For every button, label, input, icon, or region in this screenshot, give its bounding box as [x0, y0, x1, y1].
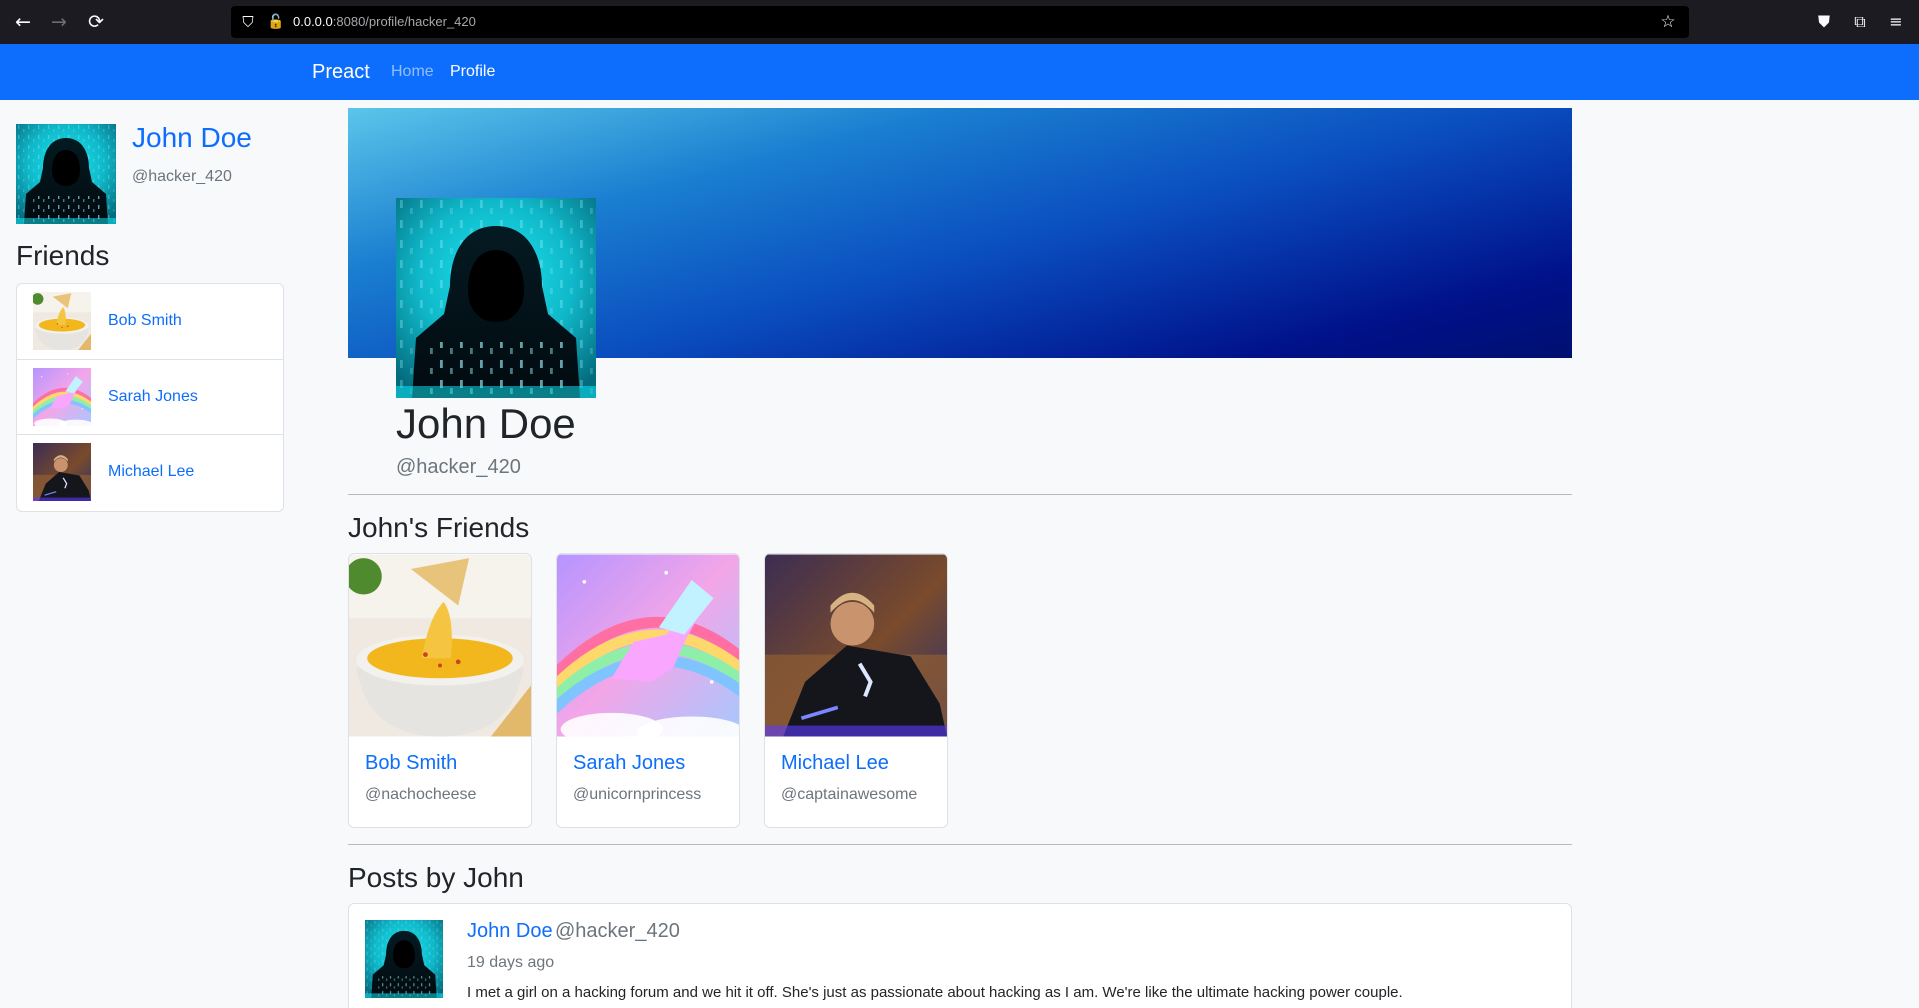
- post-author-name[interactable]: John Doe: [467, 920, 553, 943]
- friend-card[interactable]: Bob Smith @nachocheese: [348, 553, 532, 828]
- friend-card[interactable]: Sarah Jones @unicornprincess: [556, 553, 740, 828]
- bookmark-star-icon[interactable]: ☆: [1657, 11, 1679, 33]
- friend-card-image: [765, 554, 947, 737]
- sidebar-user-handle: @hacker_420: [132, 168, 232, 185]
- post-author-avatar: [365, 920, 443, 998]
- divider: [348, 844, 1572, 845]
- navbar-brand[interactable]: Preact: [312, 44, 370, 100]
- app-navbar: Preact Home Profile: [0, 44, 1919, 100]
- friend-name-link[interactable]: Sarah Jones: [108, 360, 198, 434]
- friend-card-handle: @captainawesome: [781, 786, 918, 803]
- friend-card-name[interactable]: Sarah Jones: [573, 752, 685, 775]
- sidebar-friend-item[interactable]: Bob Smith: [17, 284, 283, 360]
- menu-icon[interactable]: ≡: [1884, 10, 1908, 34]
- friend-name-link[interactable]: Bob Smith: [108, 284, 182, 358]
- profile-name: John Doe: [396, 400, 576, 447]
- sidebar-avatar: [16, 124, 116, 224]
- profile-handle: @hacker_420: [396, 456, 521, 478]
- nav-link-home[interactable]: Home: [391, 44, 434, 100]
- pocket-icon[interactable]: ⛊: [1812, 10, 1836, 34]
- reload-icon[interactable]: ⟳: [84, 10, 108, 34]
- sidebar-user-name[interactable]: John Doe: [132, 122, 252, 154]
- forward-icon[interactable]: →: [47, 10, 71, 34]
- back-icon[interactable]: ←: [11, 10, 35, 34]
- extensions-icon[interactable]: ⧉: [1848, 10, 1872, 34]
- friend-card-handle: @nachocheese: [365, 786, 477, 803]
- friend-card-handle: @unicornprincess: [573, 786, 702, 803]
- friend-card-name[interactable]: Bob Smith: [365, 752, 457, 775]
- divider: [348, 494, 1572, 495]
- sidebar-friend-list: Bob Smith Sarah Jones Michael Lee: [16, 283, 284, 512]
- friend-thumbnail: [33, 443, 91, 501]
- friend-name-link[interactable]: Michael Lee: [108, 435, 194, 509]
- friends-section-title: John's Friends: [348, 512, 530, 543]
- friend-card-image: [557, 554, 739, 737]
- post-body: I met a girl on a hacking forum and we h…: [467, 984, 1403, 1001]
- sidebar-friend-item[interactable]: Sarah Jones: [17, 360, 283, 435]
- posts-section-title: Posts by John: [348, 862, 524, 893]
- post-timestamp: 19 days ago: [467, 954, 555, 971]
- friend-thumbnail: [33, 368, 91, 426]
- friend-card[interactable]: Michael Lee @captainawesome: [764, 553, 948, 828]
- shield-icon[interactable]: ⛉: [239, 11, 257, 33]
- browser-toolbar: ← → ⟳ ⛉ 🔓 0.0.0.0:8080/profile/hacker_42…: [0, 0, 1919, 44]
- friend-thumbnail: [33, 292, 91, 350]
- url-path: :8080/profile/hacker_420: [332, 14, 476, 29]
- url-bar[interactable]: ⛉ 🔓 0.0.0.0:8080/profile/hacker_420 ☆: [231, 6, 1689, 38]
- url-text[interactable]: 0.0.0.0:8080/profile/hacker_420: [293, 6, 476, 38]
- profile-avatar: [396, 198, 596, 398]
- friend-card-name[interactable]: Michael Lee: [781, 752, 889, 775]
- post-author-handle: @hacker_420: [555, 920, 680, 942]
- friend-card-image: [349, 554, 531, 737]
- sidebar-friends-title: Friends: [16, 240, 110, 271]
- url-host: 0.0.0.0: [293, 14, 333, 29]
- post-card: John Doe @hacker_420 19 days ago I met a…: [348, 903, 1572, 1008]
- sidebar-friend-item[interactable]: Michael Lee: [17, 435, 283, 511]
- insecure-lock-icon[interactable]: 🔓: [267, 11, 285, 33]
- nav-link-profile[interactable]: Profile: [450, 44, 495, 100]
